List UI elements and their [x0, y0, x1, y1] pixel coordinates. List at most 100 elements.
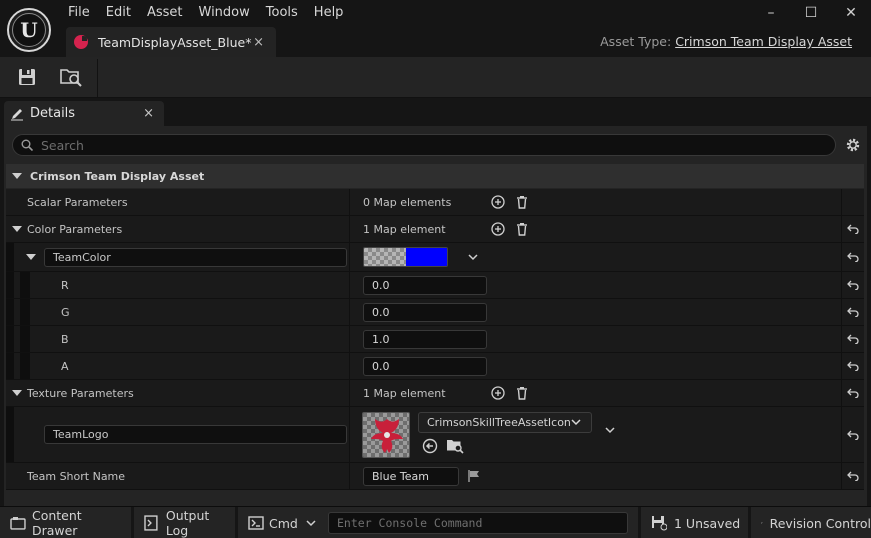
category-header[interactable]: Crimson Team Display Asset	[6, 164, 864, 188]
channel-a-name-cell: A	[6, 353, 348, 379]
chevron-down-icon[interactable]	[306, 519, 316, 527]
document-tab[interactable]: TeamDisplayAsset_Blue* ×	[66, 27, 276, 57]
team-color-key-input[interactable]: TeamColor	[44, 248, 347, 267]
solid-color	[406, 248, 447, 266]
details-panel: Crimson Team Display Asset Scalar Parame…	[4, 126, 867, 506]
use-selected-icon[interactable]	[422, 438, 438, 454]
unreal-logo-icon[interactable]: U	[7, 8, 51, 52]
reset-to-default-button[interactable]	[841, 326, 864, 352]
asset-type-link[interactable]: Crimson Team Display Asset	[675, 34, 852, 49]
collapse-arrow-icon[interactable]	[12, 172, 22, 180]
reset-to-default-button[interactable]	[841, 463, 864, 489]
search-input[interactable]	[41, 137, 801, 153]
team-color-value-cell	[349, 243, 841, 271]
clear-elements-button[interactable]	[513, 220, 531, 238]
reset-to-default-button[interactable]	[841, 216, 864, 242]
browse-folder-icon	[60, 69, 82, 87]
team-logo-key-input[interactable]: TeamLogo	[44, 425, 347, 444]
menu-file[interactable]: File	[60, 3, 98, 22]
unsaved-button[interactable]: 1 Unsaved	[641, 507, 748, 538]
texture-thumbnail[interactable]	[362, 412, 410, 458]
texture-name-cell: Texture Parameters	[6, 380, 348, 406]
menu-tools[interactable]: Tools	[258, 3, 306, 22]
texture-parameters-label: Texture Parameters	[27, 386, 134, 400]
add-element-button[interactable]	[489, 384, 507, 402]
team-logo-value-cell: CrimsonSkillTreeAssetIcon	[349, 407, 841, 462]
minimize-button[interactable]: –	[751, 0, 791, 26]
chevron-down-icon[interactable]	[468, 253, 478, 261]
alpha-checker	[364, 248, 406, 266]
channel-a-label: A	[61, 359, 69, 373]
menu-window[interactable]: Window	[191, 3, 258, 22]
channel-b-label: B	[61, 332, 69, 346]
output-log-button[interactable]: Output Log	[134, 507, 235, 538]
content-drawer-button[interactable]: Content Drawer	[0, 507, 131, 538]
add-circle-icon	[491, 195, 505, 209]
console-command-input[interactable]: Enter Console Command	[328, 512, 628, 534]
search-box[interactable]	[12, 134, 836, 156]
close-details-icon[interactable]: ×	[143, 106, 154, 121]
expand-arrow-icon[interactable]	[26, 253, 36, 261]
reset-to-default-button[interactable]	[841, 243, 864, 271]
details-tab[interactable]: Details ×	[4, 101, 164, 126]
panel-tab-bar: Details ×	[0, 98, 871, 126]
reset-to-default-button[interactable]	[841, 380, 864, 406]
menu-help[interactable]: Help	[306, 3, 352, 22]
scalar-parameters-row: Scalar Parameters 0 Map elements	[6, 189, 864, 216]
scalar-parameters-label: Scalar Parameters	[27, 195, 128, 209]
clear-elements-button[interactable]	[513, 193, 531, 211]
browse-folder-icon[interactable]	[446, 438, 464, 454]
unsaved-label: 1 Unsaved	[674, 515, 741, 531]
content-drawer-icon	[10, 517, 26, 530]
document-tab-label: TeamDisplayAsset_Blue*	[98, 34, 252, 50]
asset-icon	[74, 35, 88, 49]
reset-to-default-button[interactable]	[841, 272, 864, 298]
chevron-down-icon[interactable]	[605, 427, 615, 434]
channel-b-value-cell: 1.0	[349, 326, 841, 352]
save-button[interactable]	[14, 65, 40, 89]
channel-b-input[interactable]: 1.0	[363, 329, 487, 349]
add-element-button[interactable]	[489, 220, 507, 238]
asset-type-info: Asset Type: Crimson Team Display Asset	[600, 34, 852, 49]
maximize-button[interactable]: ☐	[791, 0, 831, 26]
add-element-button[interactable]	[489, 193, 507, 211]
browse-asset-button[interactable]	[58, 65, 84, 89]
close-tab-icon[interactable]: ×	[253, 35, 264, 50]
reset-to-default-button[interactable]	[841, 299, 864, 325]
expand-arrow-icon[interactable]	[12, 225, 22, 233]
channel-r-value-cell: 0.0	[349, 272, 841, 298]
channel-r-input[interactable]: 0.0	[363, 275, 487, 295]
texture-parameters-row: Texture Parameters 1 Map element	[6, 380, 864, 407]
reset-to-default-button[interactable]	[841, 353, 864, 379]
reset-arrow-icon	[847, 307, 859, 317]
color-swatch[interactable]	[363, 247, 448, 267]
color-map-count: 1 Map element	[363, 222, 446, 236]
search-row	[4, 126, 867, 162]
localization-flag-icon[interactable]	[467, 469, 481, 483]
search-icon	[21, 139, 33, 151]
channel-r-row: R 0.0	[6, 272, 864, 299]
color-name-cell: Color Parameters	[6, 216, 348, 242]
pencil-icon	[11, 108, 23, 120]
chevron-down-icon	[571, 419, 581, 426]
expand-arrow-icon[interactable]	[12, 389, 22, 397]
revision-control-button[interactable]: Revision Control	[751, 507, 871, 538]
crimson-phoenix-icon	[363, 413, 409, 457]
clear-elements-button[interactable]	[513, 384, 531, 402]
channel-a-row: A 0.0	[6, 353, 864, 380]
menu-asset[interactable]: Asset	[139, 3, 191, 22]
cmd-selector[interactable]: Cmd	[269, 516, 298, 531]
reset-arrow-icon	[847, 334, 859, 344]
asset-picker-combo[interactable]: CrimsonSkillTreeAssetIcon	[418, 412, 592, 433]
channel-a-input[interactable]: 0.0	[363, 356, 487, 376]
reset-to-default-button[interactable]	[841, 407, 864, 462]
scalar-value-cell: 0 Map elements	[349, 189, 841, 215]
texture-value-cell: 1 Map element	[349, 380, 841, 406]
scalar-name-cell: Scalar Parameters	[6, 189, 348, 215]
channel-g-input[interactable]: 0.0	[363, 302, 487, 322]
team-short-name-input[interactable]: Blue Team	[363, 466, 459, 486]
gear-icon[interactable]	[845, 137, 861, 153]
revision-control-icon	[761, 522, 763, 524]
menu-edit[interactable]: Edit	[98, 3, 139, 22]
close-window-button[interactable]: ✕	[831, 0, 871, 26]
